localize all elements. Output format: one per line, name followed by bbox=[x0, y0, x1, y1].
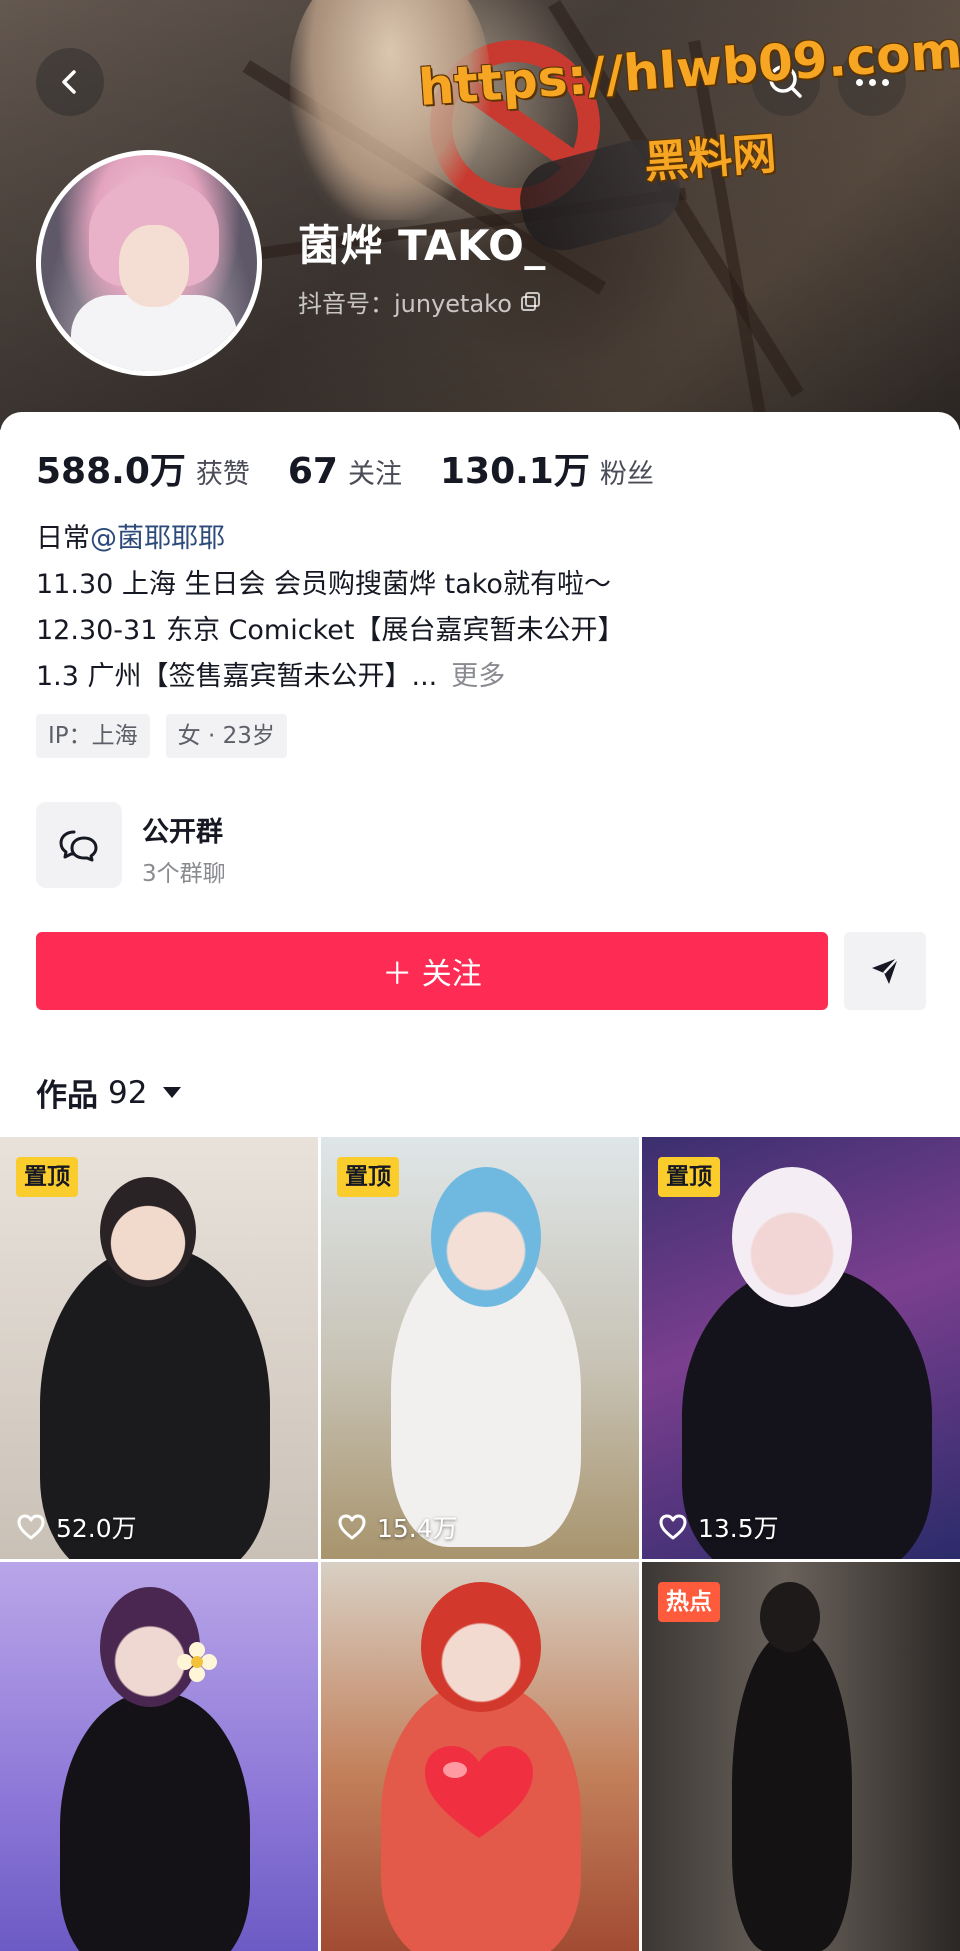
works-label: 作品 bbox=[36, 1078, 98, 1114]
public-group-entry[interactable]: 公开群 3个群聊 bbox=[36, 802, 436, 892]
thumbnail-head bbox=[431, 1167, 541, 1307]
back-button[interactable] bbox=[36, 48, 104, 116]
trending-badge: 热点 bbox=[658, 1582, 720, 1622]
follow-button-label: ＋ 关注 bbox=[382, 957, 482, 992]
avatar[interactable] bbox=[36, 150, 262, 376]
video-thumbnail[interactable]: 置顶 52.0万 bbox=[0, 1137, 318, 1559]
pinned-badge: 置顶 bbox=[337, 1157, 399, 1197]
video-thumbnail[interactable]: 热点 bbox=[642, 1562, 960, 1951]
thumbnail-figure bbox=[732, 1632, 852, 1951]
thumbnail-head bbox=[421, 1582, 541, 1712]
profile-header-banner: https://hlwb09.com 黑料网 菌烨 TAKO_ 抖音号：juny… bbox=[0, 0, 960, 430]
watermark-name: 黑料网 bbox=[642, 128, 778, 189]
follow-button[interactable]: ＋ 关注 bbox=[36, 932, 828, 1010]
video-likes-count: 15.4万 bbox=[377, 1514, 458, 1543]
profile-nickname: 菌烨 TAKO_ bbox=[298, 221, 546, 270]
group-title: 公开群 bbox=[142, 817, 223, 848]
video-thumbnail[interactable] bbox=[0, 1562, 318, 1951]
bio-text: 1.3 广州【签售嘉宾暂未公开】... bbox=[36, 661, 438, 692]
profile-stats: 588.0万 获赞 67 关注 130.1万 粉丝 bbox=[36, 442, 654, 494]
works-tab[interactable]: 作品 92 bbox=[36, 1070, 182, 1115]
video-likes: 13.5万 bbox=[658, 1509, 779, 1545]
douyin-id-text: 抖音号：junyetako bbox=[298, 290, 512, 318]
chevron-left-icon bbox=[62, 70, 76, 94]
stat-label: 粉丝 bbox=[599, 459, 654, 490]
bio-text: 日常 bbox=[36, 523, 90, 554]
watermark-url: https://hlwb09.com bbox=[416, 21, 960, 117]
video-likes-count: 13.5万 bbox=[698, 1514, 779, 1543]
heart-outline-icon bbox=[17, 1514, 45, 1540]
stat-label: 获赞 bbox=[195, 459, 250, 490]
stat-following[interactable]: 67 关注 bbox=[288, 451, 402, 492]
video-thumbnail[interactable]: 置顶 13.5万 bbox=[642, 1137, 960, 1559]
pinned-badge: 置顶 bbox=[658, 1157, 720, 1197]
video-thumbnail[interactable] bbox=[321, 1562, 639, 1951]
stat-label: 关注 bbox=[347, 459, 402, 490]
ip-location-tag: IP：上海 bbox=[36, 714, 150, 758]
stat-value: 130.1万 bbox=[439, 451, 590, 492]
watermark: https://hlwb09.com 黑料网 bbox=[417, 21, 960, 200]
works-count: 92 bbox=[108, 1074, 148, 1111]
caret-down-icon bbox=[163, 1087, 182, 1098]
gender-age-tag: 女 · 23岁 bbox=[165, 714, 287, 758]
video-likes-count: 52.0万 bbox=[56, 1514, 137, 1543]
bio-line: 11.30 上海 生日会 会员购搜菌烨 tako就有啦～ bbox=[36, 569, 611, 600]
video-thumbnail[interactable]: 置顶 15.4万 bbox=[321, 1137, 639, 1559]
stat-value: 67 bbox=[287, 451, 338, 492]
flower-icon bbox=[177, 1642, 217, 1682]
stat-value: 588.0万 bbox=[36, 451, 186, 492]
bio-mention-link[interactable]: @菌耶耶耶 bbox=[90, 523, 225, 554]
profile-info-card: 588.0万 获赞 67 关注 130.1万 粉丝 日常@菌耶耶耶 11.30 上海 … bbox=[0, 412, 960, 1136]
group-chat-icon-box bbox=[36, 802, 122, 888]
stat-followers[interactable]: 130.1万 粉丝 bbox=[440, 442, 654, 494]
pinned-badge: 置顶 bbox=[16, 1157, 78, 1197]
douyin-id[interactable]: 抖音号：junyetako bbox=[298, 284, 542, 319]
copy-icon[interactable] bbox=[520, 291, 542, 313]
video-likes: 52.0万 bbox=[16, 1509, 137, 1545]
heart-outline-icon bbox=[338, 1514, 366, 1540]
bio-line: 12.30-31 东京 Comicket【展台嘉宾暂未公开】 bbox=[36, 615, 625, 646]
heart-outline-icon bbox=[659, 1514, 687, 1540]
thumbnail-head bbox=[732, 1167, 852, 1307]
thumbnail-head bbox=[760, 1582, 820, 1652]
profile-bio: 日常@菌耶耶耶 11.30 上海 生日会 会员购搜菌烨 tako就有啦～ 12.… bbox=[36, 516, 916, 700]
avatar-towel bbox=[71, 295, 237, 371]
send-icon bbox=[872, 957, 899, 984]
thumbnail-figure bbox=[60, 1692, 250, 1951]
video-likes: 15.4万 bbox=[337, 1509, 458, 1545]
bio-line: 日常@菌耶耶耶 bbox=[36, 516, 916, 562]
thumbnail-head bbox=[100, 1177, 196, 1287]
video-grid: 置顶 52.0万 置顶 15.4万 置顶 13.5万 热点 bbox=[0, 1137, 960, 1951]
bio-line: 1.3 广州【签售嘉宾暂未公开】... 更多 bbox=[36, 654, 916, 700]
group-subtitle: 3个群聊 bbox=[142, 861, 226, 887]
avatar-face bbox=[119, 225, 189, 307]
heart-sticker-icon bbox=[425, 1746, 533, 1838]
bio-more-link[interactable]: 更多 bbox=[451, 661, 505, 692]
profile-tags: IP：上海 女 · 23岁 bbox=[36, 714, 287, 758]
chat-bubbles-icon bbox=[59, 830, 98, 862]
stat-likes[interactable]: 588.0万 获赞 bbox=[36, 442, 250, 494]
share-button[interactable] bbox=[844, 932, 926, 1010]
